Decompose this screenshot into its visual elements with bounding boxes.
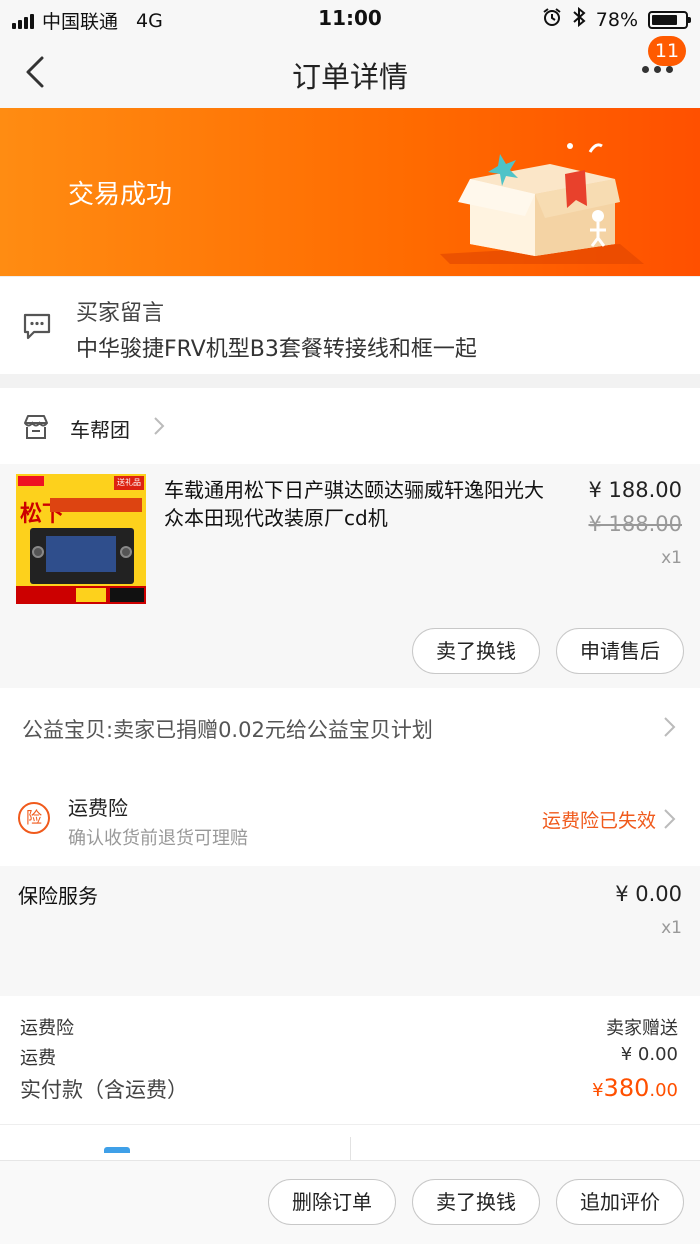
sell-button[interactable]: 卖了换钱	[412, 628, 540, 674]
chevron-right-icon	[152, 416, 166, 440]
chevron-right-icon	[662, 808, 676, 834]
chevron-right-icon	[662, 716, 676, 742]
buyer-message-label: 买家留言	[76, 301, 165, 326]
car-stereo-image	[30, 528, 134, 584]
paid-decimal: .00	[649, 1080, 678, 1101]
order-info-peek	[0, 1124, 700, 1161]
shipping-insurance-row[interactable]: 险 运费险 确认收货前退货可理赔 运费险已失效	[0, 766, 700, 866]
more-button[interactable]	[642, 66, 678, 78]
sell-for-cash-button[interactable]: 卖了换钱	[412, 1179, 540, 1225]
notification-badge: 11	[648, 36, 686, 66]
summary-paid-label: 实付款（含运费）	[20, 1078, 188, 1102]
summary-shipping-value: ¥ 0.00	[620, 1044, 678, 1065]
shipping-insurance-status: 运费险已失效	[541, 810, 656, 832]
shipping-insurance-title: 运费险	[68, 796, 128, 820]
package-box-illustration	[440, 134, 660, 274]
battery-percent: 78%	[595, 8, 638, 31]
battery-icon	[648, 10, 691, 29]
store-icon	[22, 414, 50, 444]
product-original-price: ¥ 188.00	[588, 512, 682, 536]
page-title: 订单详情	[291, 60, 408, 94]
order-summary: 运费险 卖家赠送 运费 ¥ 0.00 实付款（含运费） ¥380.00	[0, 996, 700, 1124]
insurance-service-name: 保险服务	[18, 884, 98, 908]
nav-bar: 订单详情 11	[0, 36, 700, 108]
thumb-gift-label: 送礼品	[114, 476, 144, 490]
order-status: 交易成功	[68, 180, 173, 210]
summary-insurance-label: 运费险	[20, 1018, 74, 1039]
order-status-banner: 交易成功	[0, 108, 700, 276]
summary-insurance-row: 运费险 卖家赠送	[20, 1014, 678, 1040]
store-row[interactable]: 车帮团	[0, 388, 700, 464]
summary-shipping-row: 运费 ¥ 0.00	[20, 1044, 678, 1070]
delete-order-button[interactable]: 删除订单	[268, 1179, 396, 1225]
bluetooth-icon	[572, 6, 586, 32]
insurance-service-item: 保险服务 ¥ 0.00 x1	[0, 866, 700, 996]
paid-currency: ¥	[592, 1080, 604, 1101]
buyer-message: 买家留言 中华骏捷FRV机型B3套餐转接线和框一起	[0, 276, 700, 374]
add-review-button[interactable]: 追加评价	[556, 1179, 684, 1225]
insurance-service-quantity: x1	[661, 918, 682, 938]
paid-main: 380	[603, 1074, 650, 1102]
after-sales-button[interactable]: 申请售后	[556, 628, 684, 674]
status-bar: 中国联通 4G 11:00 78%	[0, 0, 700, 36]
insurance-icon: 险	[18, 802, 50, 834]
status-right: 78%	[542, 6, 691, 32]
store-name: 车帮团	[70, 418, 130, 442]
divider	[350, 1137, 351, 1161]
alarm-icon	[542, 7, 562, 32]
product-thumbnail[interactable]: 送礼品 松下	[16, 474, 146, 604]
charity-row[interactable]: 公益宝贝:卖家已捐赠0.02元给公益宝贝计划	[0, 688, 700, 766]
product-quantity: x1	[661, 548, 682, 568]
insurance-service-price: ¥ 0.00	[615, 882, 682, 906]
product-price: ¥ 188.00	[588, 478, 682, 502]
product-title[interactable]: 车载通用松下日产骐达颐达骊威轩逸阳光大众本田现代改装原厂cd机	[164, 476, 556, 532]
summary-shipping-label: 运费	[20, 1048, 56, 1069]
product-item: 送礼品 松下 车载通用松下日产骐达颐达骊威轩逸阳光大众本田现代改装原厂cd机 ¥…	[0, 464, 700, 688]
message-icon	[22, 311, 52, 345]
summary-paid-row: 实付款（含运费） ¥380.00	[20, 1074, 678, 1104]
summary-paid-total: ¥380.00	[592, 1074, 678, 1104]
charity-text: 公益宝贝:卖家已捐赠0.02元给公益宝贝计划	[22, 718, 433, 742]
bottom-action-bar: 删除订单 卖了换钱 追加评价	[0, 1160, 700, 1244]
summary-insurance-value: 卖家赠送	[606, 1018, 678, 1039]
buyer-message-text: 中华骏捷FRV机型B3套餐转接线和框一起	[76, 337, 477, 362]
shipping-insurance-subtitle: 确认收货前退货可理赔	[68, 828, 248, 849]
chat-icon	[104, 1147, 130, 1153]
